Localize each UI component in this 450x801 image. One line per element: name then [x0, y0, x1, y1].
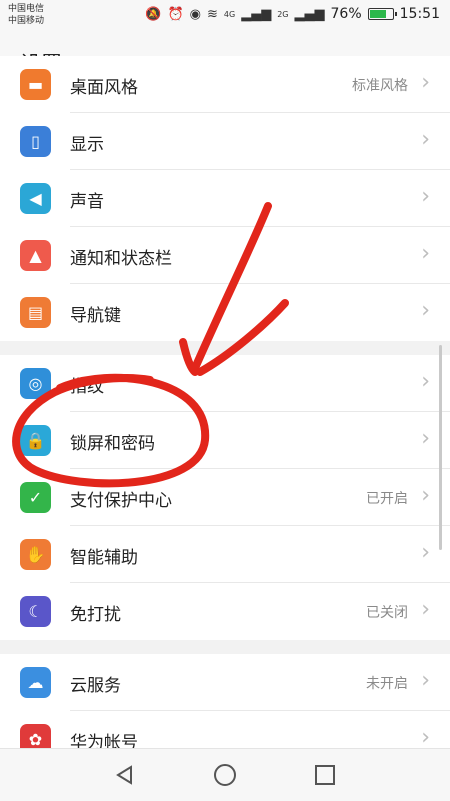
settings-item-label: 声音 [70, 192, 104, 212]
back-triangle-icon [116, 765, 132, 785]
settings-item-label: 通知和状态栏 [70, 249, 172, 269]
group-separator [0, 341, 450, 355]
settings-group: ◎ 指纹 › 🔒 锁屏和密码 › ✓ 支付保护中心 已开启 › ✋ 智能辅助 › ☾ 免打扰 已关闭 › [0, 355, 450, 640]
settings-item-label: 指纹 [70, 377, 104, 397]
back-button[interactable] [113, 763, 137, 787]
display-icon: ▯ [20, 126, 51, 157]
settings-group: ▬ 桌面风格 标准风格 › ▯ 显示 › ◀ 声音 › ▲ 通知和状态栏 › ▤ 导航键 › [0, 56, 450, 341]
settings-item-theme[interactable]: ▬ 桌面风格 标准风格 › [0, 56, 450, 113]
settings-item-label: 支付保护中心 [70, 491, 172, 511]
moon-icon: ☾ [20, 596, 51, 627]
status-icons: 🔕 ⏰ ◉ ≋ 4G ▂▄▆ 2G ▂▄▆ 76% 15:51 [145, 6, 440, 22]
settings-item-display[interactable]: ▯ 显示 › [0, 113, 450, 170]
group-separator [0, 640, 450, 654]
shield-check-icon: ✓ [20, 482, 51, 513]
mute-icon: 🔕 [145, 6, 162, 22]
settings-item-value: 已开启 [366, 491, 408, 507]
chevron-right-icon: › [421, 369, 430, 394]
network-type-2: 2G [277, 9, 289, 19]
theme-icon: ▬ [20, 69, 51, 100]
navigation-key-icon: ▤ [20, 297, 51, 328]
chevron-right-icon: › [421, 483, 430, 508]
settings-item-fingerprint[interactable]: ◎ 指纹 › [0, 355, 450, 412]
chevron-right-icon: › [421, 70, 430, 95]
settings-item-sound[interactable]: ◀ 声音 › [0, 170, 450, 227]
settings-item-navigation-keys[interactable]: ▤ 导航键 › [0, 284, 450, 341]
settings-item-value: 已关闭 [366, 605, 408, 621]
scrollbar[interactable] [439, 345, 442, 550]
settings-item-do-not-disturb[interactable]: ☾ 免打扰 已关闭 › [0, 583, 450, 640]
chevron-right-icon: › [421, 127, 430, 152]
settings-item-label: 云服务 [70, 676, 121, 696]
notification-icon: ▲ [20, 240, 51, 271]
settings-item-label: 显示 [70, 135, 104, 155]
settings-item-lock-screen-password[interactable]: 🔒 锁屏和密码 › [0, 412, 450, 469]
fingerprint-icon: ◎ [20, 368, 51, 399]
battery-icon [367, 8, 397, 20]
carrier-2: 中国移动 [8, 16, 45, 26]
settings-item-label: 导航键 [70, 306, 121, 326]
battery-percent: 76% [330, 6, 362, 22]
home-button[interactable] [213, 763, 237, 787]
carrier-1: 中国电信 [8, 4, 45, 14]
settings-item-label: 免打扰 [70, 605, 121, 625]
alarm-icon: ⏰ [167, 6, 184, 22]
wifi-icon: ≋ [207, 6, 218, 22]
chevron-right-icon: › [421, 668, 430, 693]
battery-fill [369, 10, 386, 18]
chevron-right-icon: › [421, 540, 430, 565]
chevron-right-icon: › [421, 298, 430, 323]
cloud-icon: ☁ [20, 667, 51, 698]
hand-icon: ✋ [20, 539, 51, 570]
signal-icon-2: ▂▄▆ [294, 6, 325, 22]
settings-item-smart-assistance[interactable]: ✋ 智能辅助 › [0, 526, 450, 583]
settings-item-payment-protection[interactable]: ✓ 支付保护中心 已开启 › [0, 469, 450, 526]
home-circle-icon [214, 764, 236, 786]
settings-item-value: 标准风格 [352, 78, 408, 94]
clock: 15:51 [399, 6, 440, 22]
sound-icon: ◀ [20, 183, 51, 214]
settings-item-label: 锁屏和密码 [70, 434, 155, 454]
status-bar: 中国电信 中国移动 🔕 ⏰ ◉ ≋ 4G ▂▄▆ 2G ▂▄▆ 76% 15:5… [0, 0, 450, 32]
navigation-bar [0, 748, 450, 801]
settings-item-value: 未开启 [366, 676, 408, 692]
recents-square-icon [315, 765, 335, 785]
recents-button[interactable] [313, 763, 337, 787]
eye-icon: ◉ [189, 6, 202, 22]
settings-list: ▬ 桌面风格 标准风格 › ▯ 显示 › ◀ 声音 › ▲ 通知和状态栏 › ▤ 导航键 › ◎ 指纹 › 🔒 锁屏和密… [0, 56, 450, 768]
chevron-right-icon: › [421, 184, 430, 209]
chevron-right-icon: › [421, 597, 430, 622]
carrier-info: 中国电信 中国移动 [8, 3, 44, 27]
chevron-right-icon: › [421, 725, 430, 750]
chevron-right-icon: › [421, 241, 430, 266]
chevron-right-icon: › [421, 426, 430, 451]
network-type-1: 4G [223, 9, 236, 19]
signal-icon: ▂▄▆ [241, 6, 272, 22]
settings-item-label: 桌面风格 [70, 78, 138, 98]
settings-item-notifications[interactable]: ▲ 通知和状态栏 › [0, 227, 450, 284]
lock-icon: 🔒 [20, 425, 51, 456]
settings-item-cloud-service[interactable]: ☁ 云服务 未开启 › [0, 654, 450, 711]
settings-item-label: 智能辅助 [70, 548, 138, 568]
